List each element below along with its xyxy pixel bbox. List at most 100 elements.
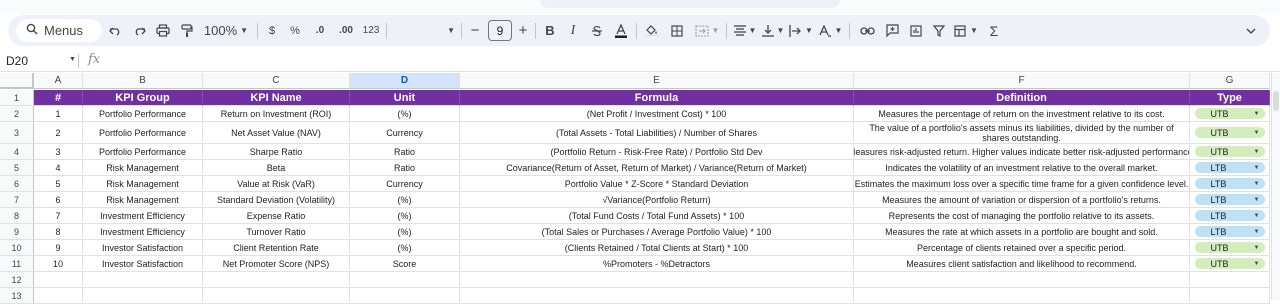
select-all-corner[interactable] [0, 73, 34, 89]
cell-unit[interactable]: Ratio [350, 160, 460, 176]
row-number[interactable]: 13 [0, 288, 34, 304]
type-cell[interactable]: LTB ▼ [1190, 176, 1270, 192]
text-wrap-icon[interactable]: ▼ [788, 15, 814, 46]
column-header-b[interactable]: B [83, 73, 203, 89]
row-number[interactable]: 4 [0, 144, 34, 160]
cell-name[interactable]: Net Promoter Score (NPS) [203, 256, 350, 272]
cell-group[interactable]: Portfolio Performance [83, 122, 203, 144]
zoom-select[interactable]: 100% ▼ [200, 15, 252, 46]
cell-num[interactable]: 9 [34, 240, 83, 256]
type-cell[interactable]: LTB ▼ [1190, 160, 1270, 176]
strikethrough-icon[interactable] [588, 15, 606, 46]
row-number[interactable]: 7 [0, 192, 34, 208]
cell-name[interactable]: Net Asset Value (NAV) [203, 122, 350, 144]
cell-num[interactable]: 5 [34, 176, 83, 192]
type-dropdown-chip[interactable]: LTB ▼ [1194, 162, 1265, 173]
chevron-down-icon[interactable]: ▼ [1254, 195, 1260, 205]
cell-name[interactable]: Return on Investment (ROI) [203, 106, 350, 122]
formula-input[interactable] [108, 53, 1268, 69]
column-header-e[interactable]: E [460, 73, 854, 89]
type-cell[interactable]: LTB ▼ [1190, 192, 1270, 208]
empty-cell[interactable] [34, 272, 83, 288]
print-icon[interactable] [152, 15, 174, 46]
increase-decimal-button[interactable]: .00 [335, 15, 357, 46]
empty-cell[interactable] [854, 272, 1190, 288]
cell-unit[interactable]: Currency [350, 122, 460, 144]
empty-cell[interactable] [1190, 288, 1270, 304]
font-family-select[interactable]: ▼ [393, 15, 455, 46]
borders-icon[interactable] [667, 15, 687, 46]
empty-cell[interactable] [83, 288, 203, 304]
empty-cell[interactable] [854, 288, 1190, 304]
type-dropdown-chip[interactable]: UTB ▼ [1194, 242, 1265, 253]
row-number[interactable]: 2 [0, 106, 34, 122]
cell-formula[interactable]: (Portfolio Return - Risk-Free Rate) / Po… [460, 144, 854, 160]
cell-name[interactable]: Expense Ratio [203, 208, 350, 224]
bold-button[interactable]: B [541, 15, 559, 46]
cell-formula[interactable]: Covariance(Return of Asset, Return of Ma… [460, 160, 854, 176]
functions-button[interactable]: Σ [984, 15, 1004, 46]
cell-formula[interactable]: Portfolio Value * Z-Score * Standard Dev… [460, 176, 854, 192]
filter-icon[interactable] [929, 15, 949, 46]
cell-unit[interactable]: (%) [350, 106, 460, 122]
row-number[interactable]: 5 [0, 160, 34, 176]
insert-link-icon[interactable] [856, 15, 878, 46]
text-color-icon[interactable] [611, 15, 631, 46]
column-header-f[interactable]: F [854, 73, 1190, 89]
cell-definition[interactable]: Represents the cost of managing the port… [854, 208, 1190, 224]
percent-format-button[interactable]: % [286, 15, 304, 46]
chevron-down-icon[interactable]: ▼ [69, 56, 76, 63]
type-cell[interactable]: LTB ▼ [1190, 208, 1270, 224]
header-cell-definition[interactable]: Definition [854, 90, 1190, 106]
empty-cell[interactable] [1190, 272, 1270, 288]
row-number[interactable]: 12 [0, 272, 34, 288]
header-cell-unit[interactable]: Unit [350, 90, 460, 106]
chevron-down-icon[interactable]: ▼ [1254, 259, 1260, 269]
cell-formula[interactable]: √Variance(Portfolio Return) [460, 192, 854, 208]
horizontal-align-icon[interactable]: ▼ [732, 15, 758, 46]
empty-cell[interactable] [203, 272, 350, 288]
cell-num[interactable]: 10 [34, 256, 83, 272]
chevron-down-icon[interactable]: ▼ [1254, 128, 1260, 138]
undo-icon[interactable] [104, 15, 126, 46]
chevron-down-icon[interactable]: ▼ [1254, 243, 1260, 253]
cell-num[interactable]: 2 [34, 122, 83, 144]
cell-name[interactable]: Value at Risk (VaR) [203, 176, 350, 192]
vertical-align-icon[interactable]: ▼ [760, 15, 786, 46]
column-header-c[interactable]: C [203, 73, 350, 89]
type-dropdown-chip[interactable]: UTB ▼ [1194, 258, 1265, 269]
cell-definition[interactable]: Measures client satisfaction and likelih… [854, 256, 1190, 272]
type-cell[interactable]: LTB ▼ [1190, 224, 1270, 240]
cell-definition[interactable]: Measures risk-adjusted return. Higher va… [854, 144, 1190, 160]
header-cell-formula[interactable]: Formula [460, 90, 854, 106]
cell-group[interactable]: Risk Management [83, 176, 203, 192]
vertical-scrollbar[interactable] [1271, 73, 1280, 300]
cell-formula[interactable]: (Clients Retained / Total Clients at Sta… [460, 240, 854, 256]
cell-name[interactable]: Client Retention Rate [203, 240, 350, 256]
fill-color-icon[interactable] [642, 15, 662, 46]
cell-definition[interactable]: Measures the amount of variation or disp… [854, 192, 1190, 208]
empty-cell[interactable] [203, 288, 350, 304]
cell-definition[interactable]: Percentage of clients retained over a sp… [854, 240, 1190, 256]
column-header-g[interactable]: G [1190, 73, 1270, 89]
insert-chart-icon[interactable] [905, 15, 927, 46]
header-cell-name[interactable]: KPI Name [203, 90, 350, 106]
chevron-down-icon[interactable]: ▼ [1254, 147, 1260, 157]
cell-num[interactable]: 3 [34, 144, 83, 160]
cell-formula[interactable]: %Promoters - %Detractors [460, 256, 854, 272]
cell-group[interactable]: Investor Satisfaction [83, 256, 203, 272]
cell-definition[interactable]: Measures the rate at which assets in a p… [854, 224, 1190, 240]
redo-icon[interactable] [128, 15, 150, 46]
cell-definition[interactable]: The value of a portfolio's assets minus … [854, 122, 1190, 144]
row-number[interactable]: 1 [0, 90, 34, 106]
paint-format-icon[interactable] [176, 15, 198, 46]
chevron-down-icon[interactable]: ▼ [1254, 109, 1260, 119]
cell-group[interactable]: Investor Satisfaction [83, 240, 203, 256]
empty-cell[interactable] [350, 288, 460, 304]
cell-definition[interactable]: Estimates the maximum loss over a specif… [854, 176, 1190, 192]
row-number[interactable]: 6 [0, 176, 34, 192]
cell-group[interactable]: Investment Efficiency [83, 224, 203, 240]
chevron-down-icon[interactable]: ▼ [1254, 227, 1260, 237]
cell-unit[interactable]: Ratio [350, 144, 460, 160]
empty-cell[interactable] [460, 288, 854, 304]
